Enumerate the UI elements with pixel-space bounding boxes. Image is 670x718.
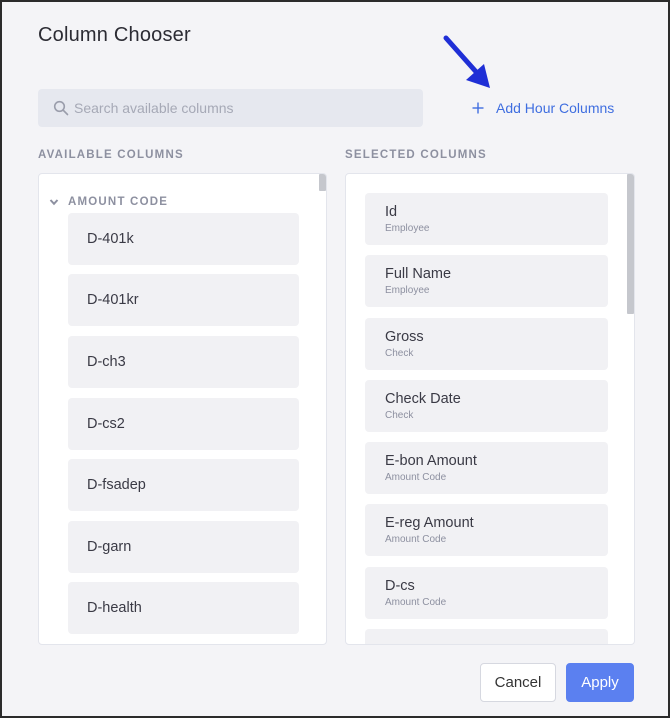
- group-header-amount-code[interactable]: AMOUNT CODE: [49, 196, 168, 208]
- available-item[interactable]: D-fsadep: [68, 459, 299, 511]
- available-item[interactable]: D-401kr: [68, 274, 299, 326]
- selected-item[interactable]: Id Employee: [365, 193, 608, 245]
- arrow-icon: [443, 35, 490, 88]
- plus-icon: [472, 102, 484, 114]
- available-item[interactable]: D-cs2: [68, 398, 299, 450]
- selected-item[interactable]: Check Date Check: [365, 380, 608, 432]
- available-scrollbar-thumb[interactable]: [319, 174, 326, 191]
- available-item[interactable]: D-health: [68, 582, 299, 634]
- selected-item[interactable]: D-cs Amount Code: [365, 567, 608, 619]
- chevron-down-icon: [49, 199, 59, 206]
- selected-columns-heading: SELECTED COLUMNS: [345, 149, 487, 161]
- selected-item[interactable]: [365, 629, 608, 644]
- search-icon: [53, 100, 69, 116]
- available-columns-heading: AVAILABLE COLUMNS: [38, 149, 184, 161]
- available-item[interactable]: D-garn: [68, 521, 299, 573]
- search-input[interactable]: [74, 89, 414, 127]
- selected-item[interactable]: E-bon Amount Amount Code: [365, 442, 608, 494]
- search-box: [38, 89, 423, 127]
- cancel-button[interactable]: Cancel: [480, 663, 556, 702]
- selected-scrollbar-thumb[interactable]: [627, 174, 634, 314]
- add-hour-columns-button[interactable]: Add Hour Columns: [472, 98, 614, 118]
- apply-button[interactable]: Apply: [566, 663, 634, 702]
- add-hour-columns-label: Add Hour Columns: [496, 100, 615, 116]
- group-label: AMOUNT CODE: [68, 196, 169, 208]
- available-item[interactable]: D-401k: [68, 213, 299, 265]
- available-columns-list[interactable]: AMOUNT CODE D-401k D-401kr D-ch3 D-cs2 D…: [38, 173, 327, 645]
- column-chooser-dialog: Column Chooser Add Hour Columns AVAILABL…: [0, 0, 670, 718]
- selected-item[interactable]: E-reg Amount Amount Code: [365, 504, 608, 556]
- available-item[interactable]: D-ch3: [68, 336, 299, 388]
- selected-item[interactable]: Gross Check: [365, 318, 608, 370]
- selected-item[interactable]: Full Name Employee: [365, 255, 608, 307]
- selected-columns-list[interactable]: Id Employee Full Name Employee Gross Che…: [345, 173, 635, 645]
- dialog-title: Column Chooser: [38, 24, 191, 46]
